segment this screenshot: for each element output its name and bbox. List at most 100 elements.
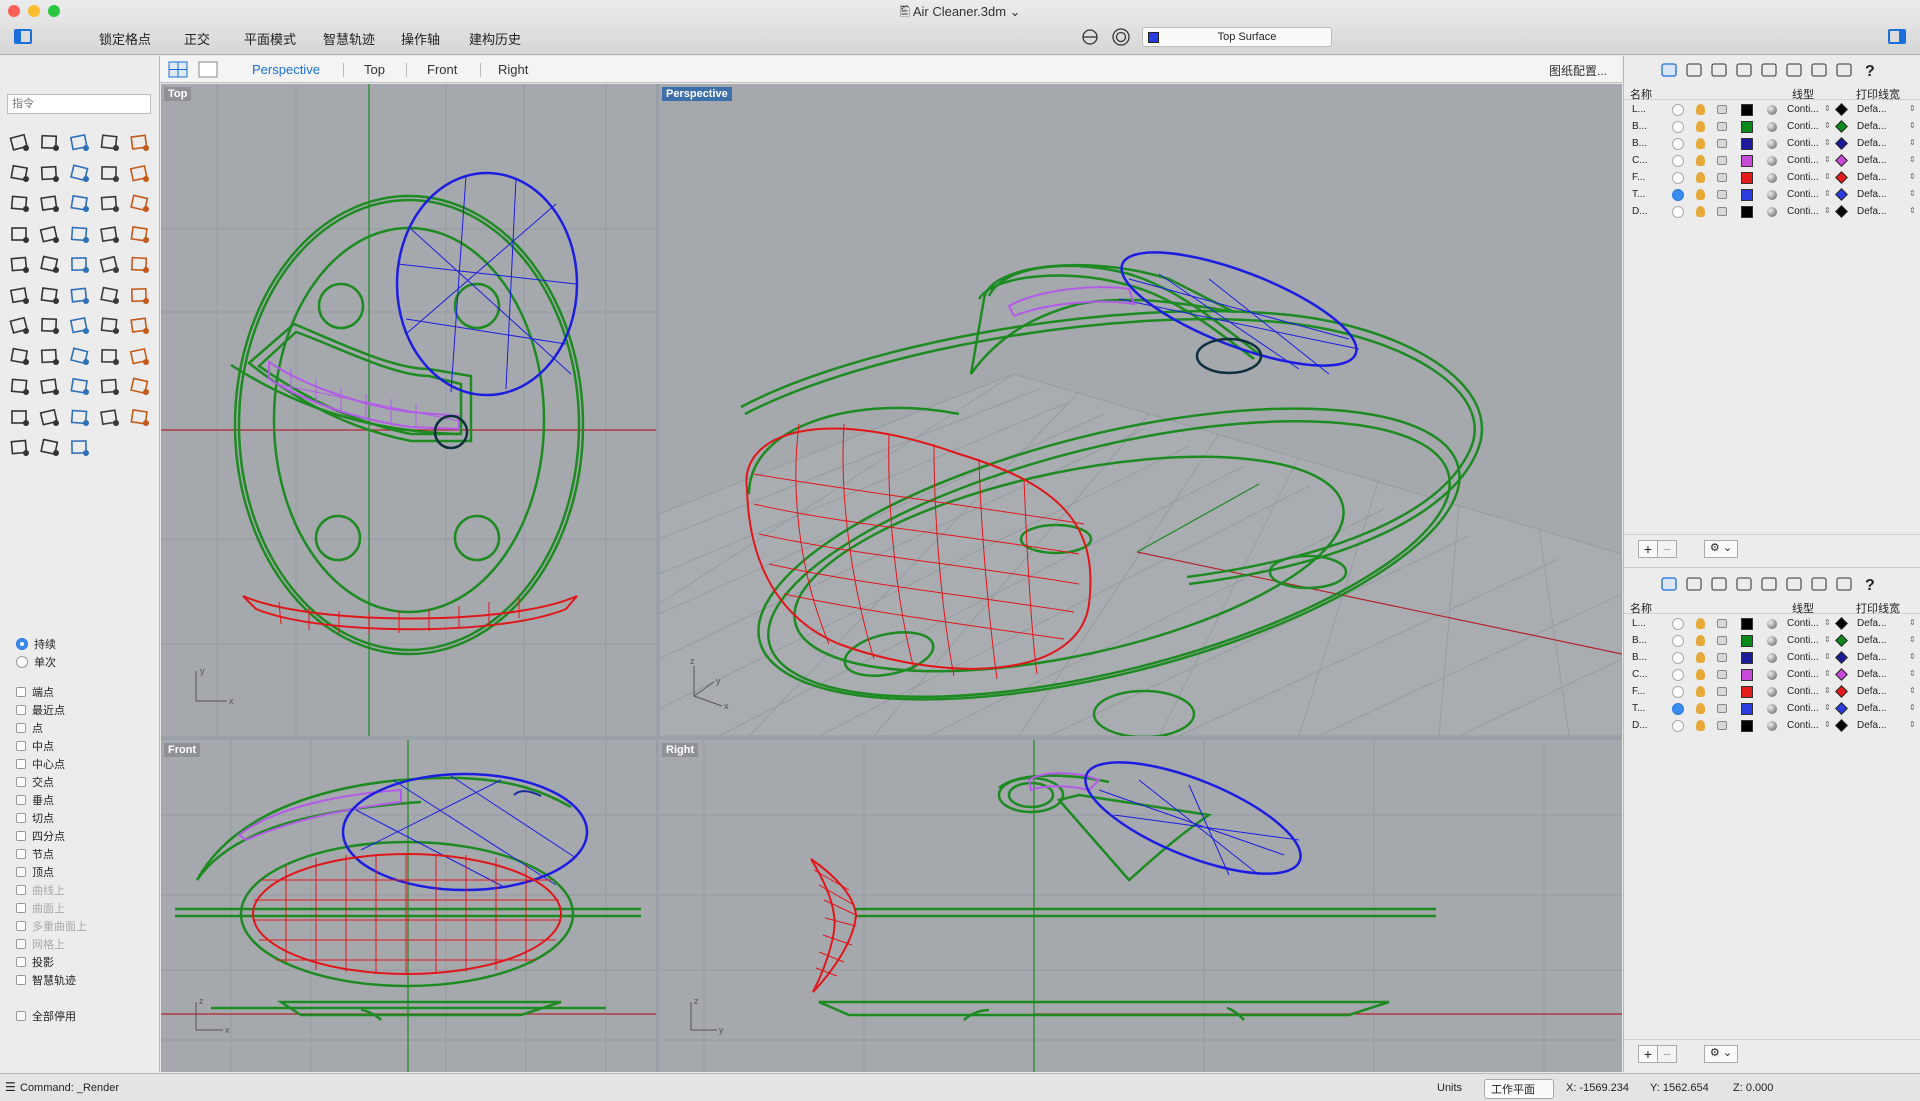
sphere-icon[interactable] xyxy=(97,191,123,217)
checkbox-icon[interactable] xyxy=(16,885,26,895)
checkbox-icon[interactable] xyxy=(16,813,26,823)
osnap-item[interactable]: 曲线上 xyxy=(16,882,65,898)
viewport-right[interactable]: y z Right xyxy=(659,740,1622,1072)
checkbox-icon[interactable] xyxy=(16,723,26,733)
pan-icon[interactable] xyxy=(67,344,93,370)
osnap-item[interactable]: 网格上 xyxy=(16,936,65,952)
checkbox-icon[interactable] xyxy=(16,903,26,913)
color-wheel-icon[interactable] xyxy=(67,405,93,431)
lock-icon[interactable] xyxy=(1717,139,1727,148)
lock-icon[interactable] xyxy=(1717,721,1727,730)
linetype-stepper-icon[interactable]: ⇕ xyxy=(1824,138,1831,147)
checkbox-icon[interactable] xyxy=(16,867,26,877)
layer-row[interactable]: T... Conti... ⇕ Defa... ⇕ xyxy=(1624,701,1920,718)
layer-row[interactable]: C... Conti... ⇕ Defa... ⇕ xyxy=(1624,667,1920,684)
osnap-item[interactable]: 交点 xyxy=(16,774,54,790)
linetype-stepper-icon[interactable]: ⇕ xyxy=(1824,155,1831,164)
lightbulb-icon[interactable] xyxy=(1696,669,1705,680)
lightbulb-icon[interactable] xyxy=(1696,618,1705,629)
checkbox-icon[interactable] xyxy=(16,741,26,751)
lightbulb-icon[interactable] xyxy=(1696,104,1705,115)
material-icon[interactable] xyxy=(1767,670,1777,680)
material-icon[interactable] xyxy=(1767,721,1777,731)
osnap-item[interactable]: 中心点 xyxy=(16,756,65,772)
viewport-perspective[interactable]: z x y Perspective xyxy=(659,84,1622,736)
current-layer-radio[interactable] xyxy=(1672,669,1684,681)
transform-icon[interactable] xyxy=(7,283,33,309)
units-button[interactable]: Units xyxy=(1437,1082,1462,1094)
explode-icon[interactable] xyxy=(67,222,93,248)
point-icon[interactable] xyxy=(37,130,63,156)
linetype-stepper-icon[interactable]: ⇕ xyxy=(1824,635,1831,644)
curve-icon[interactable] xyxy=(97,130,123,156)
circle-icon[interactable] xyxy=(127,130,153,156)
layer-row[interactable]: B... Conti... ⇕ Defa... ⇕ xyxy=(1624,650,1920,667)
checkbox-icon[interactable] xyxy=(16,939,26,949)
material-icon[interactable] xyxy=(1767,139,1777,149)
chevron-down-icon[interactable]: ⌄ xyxy=(1006,4,1021,19)
ortho-button[interactable]: 正交 xyxy=(184,29,210,48)
material-icon[interactable] xyxy=(1767,173,1777,183)
layer-color-swatch[interactable] xyxy=(1741,155,1753,167)
layer-row[interactable]: F... Conti... ⇕ Defa... ⇕ xyxy=(1624,684,1920,701)
checkbox-icon[interactable] xyxy=(16,957,26,967)
layer-color-swatch[interactable] xyxy=(1741,189,1753,201)
print-color-swatch[interactable] xyxy=(1835,188,1848,201)
viewport-title-front[interactable]: Front xyxy=(164,743,201,757)
material-icon[interactable] xyxy=(1767,619,1777,629)
lightbulb-icon[interactable] xyxy=(1696,206,1705,217)
radio-icon[interactable] xyxy=(16,656,28,668)
lock-icon[interactable] xyxy=(1717,122,1727,131)
print-color-swatch[interactable] xyxy=(1835,617,1848,630)
sphere-shade-icon[interactable] xyxy=(97,405,123,431)
checkbox-icon[interactable] xyxy=(16,849,26,859)
magnify-icon[interactable] xyxy=(37,344,63,370)
layer-color-swatch[interactable] xyxy=(1741,206,1753,218)
cplane-selector[interactable]: 工作平面 xyxy=(1484,1079,1554,1099)
move-icon[interactable] xyxy=(37,313,63,339)
lightbulb-icon[interactable] xyxy=(1696,720,1705,731)
lightbulb-icon[interactable] xyxy=(1696,652,1705,663)
printwidth-stepper-icon[interactable]: ⇕ xyxy=(1909,635,1916,644)
material-icon[interactable] xyxy=(1767,653,1777,663)
layer-row[interactable]: L... Conti... ⇕ Defa... ⇕ xyxy=(1624,102,1920,119)
lock-icon[interactable] xyxy=(1717,156,1727,165)
grid-snap-button[interactable]: 锁定格点 xyxy=(99,29,151,48)
linetype-stepper-icon[interactable]: ⇕ xyxy=(1824,189,1831,198)
layer-color-swatch[interactable] xyxy=(1741,104,1753,116)
material-icon[interactable] xyxy=(1767,704,1777,714)
box-icon[interactable] xyxy=(67,191,93,217)
osnap-mode-0[interactable]: 持续 xyxy=(16,636,56,652)
lightbulb-icon[interactable] xyxy=(1696,155,1705,166)
osnap-mode-1[interactable]: 单次 xyxy=(16,654,56,670)
checkbox-icon[interactable] xyxy=(16,795,26,805)
patch-icon[interactable] xyxy=(37,191,63,217)
lock-icon[interactable] xyxy=(1717,190,1727,199)
printwidth-stepper-icon[interactable]: ⇕ xyxy=(1909,121,1916,130)
current-layer-radio[interactable] xyxy=(1672,121,1684,133)
checkbox-icon[interactable] xyxy=(16,921,26,931)
extrude-icon[interactable] xyxy=(97,252,123,278)
print-color-swatch[interactable] xyxy=(1835,103,1848,116)
arc-icon[interactable] xyxy=(37,161,63,187)
linetype-stepper-icon[interactable]: ⇕ xyxy=(1824,686,1831,695)
layer-color-swatch[interactable] xyxy=(1741,703,1753,715)
annotation-icon[interactable] xyxy=(127,283,153,309)
current-layer-selector[interactable]: Top Surface xyxy=(1142,27,1332,47)
current-layer-radio[interactable] xyxy=(1672,618,1684,630)
layer-row[interactable]: D... Conti... ⇕ Defa... ⇕ xyxy=(1624,718,1920,735)
print-color-swatch[interactable] xyxy=(1835,668,1848,681)
tab-right[interactable]: Right xyxy=(498,62,528,77)
viewport-title-right[interactable]: Right xyxy=(662,743,699,757)
material-icon[interactable] xyxy=(1767,687,1777,697)
linetype-stepper-icon[interactable]: ⇕ xyxy=(1824,206,1831,215)
current-layer-radio[interactable] xyxy=(1672,189,1684,201)
material-icon[interactable] xyxy=(1767,105,1777,115)
osnap-item[interactable]: 智慧轨迹 xyxy=(16,972,76,988)
checkbox-icon[interactable] xyxy=(16,777,26,787)
printwidth-stepper-icon[interactable]: ⇕ xyxy=(1909,104,1916,113)
layer-color-swatch[interactable] xyxy=(1741,669,1753,681)
layer-row[interactable]: B... Conti... ⇕ Defa... ⇕ xyxy=(1624,119,1920,136)
solid-tools-icon[interactable] xyxy=(97,283,123,309)
print-color-swatch[interactable] xyxy=(1835,137,1848,150)
